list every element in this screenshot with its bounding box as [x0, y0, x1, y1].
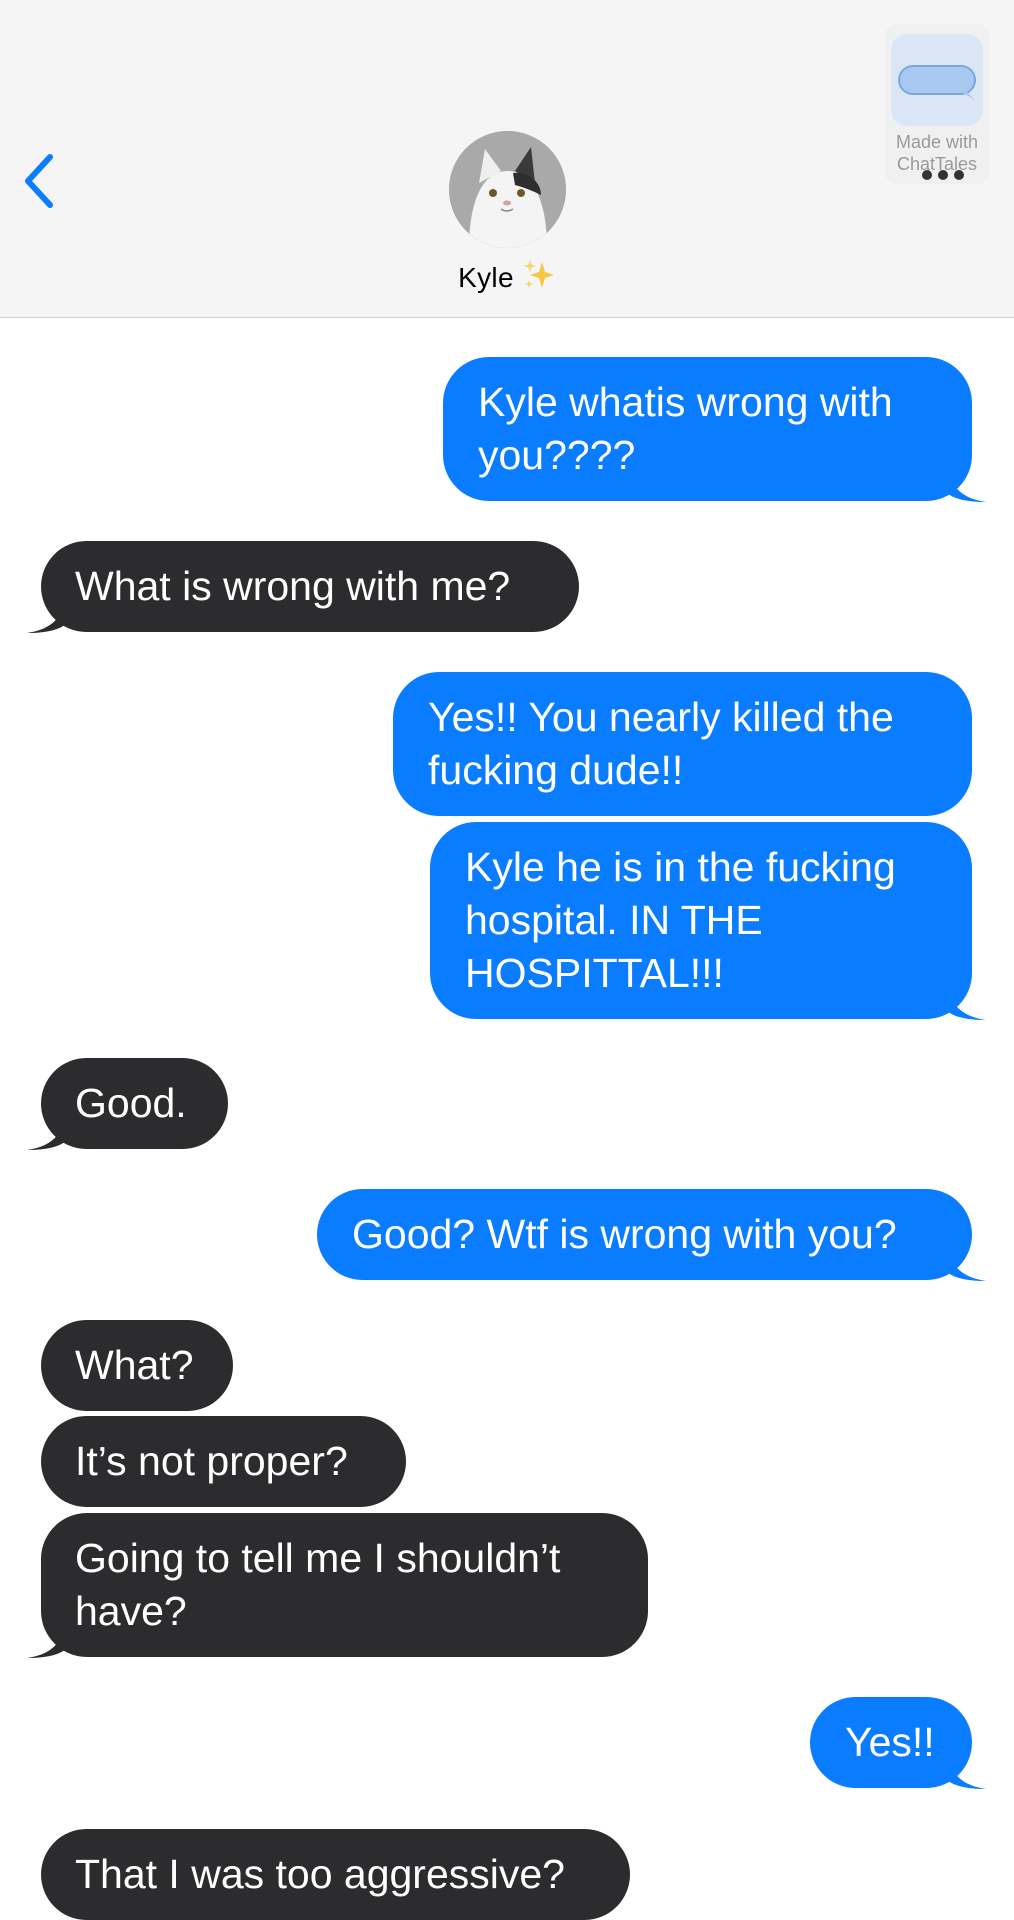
message-text-line: Kyle he is in the fucking [465, 844, 896, 890]
message-text-line: Yes!! You nearly killed the [428, 694, 894, 740]
message-text-line: hospital. IN THE [465, 897, 763, 943]
contact-avatar[interactable] [449, 131, 566, 248]
message-text-line: have? [75, 1588, 187, 1634]
contact-name-label: Kyle [458, 262, 514, 293]
sparkles-icon [522, 258, 556, 299]
message-text-line: That I was too aggressive? [75, 1851, 565, 1897]
received-message[interactable]: What? [41, 1320, 233, 1411]
message-text-line: Kyle whatis wrong with [478, 379, 893, 425]
message-text-line: It’s not proper? [75, 1438, 348, 1484]
bubble-tail [946, 1749, 986, 1789]
sent-message[interactable]: Yes!! You nearly killed the fucking dude… [393, 672, 972, 816]
message-text-line: fucking dude!! [428, 747, 684, 793]
received-message[interactable]: Good. [27, 1058, 228, 1150]
bubble-tail [946, 980, 986, 1020]
message-text-line: Going to tell me I shouldn’t [75, 1535, 561, 1581]
message-text-line: Good? Wtf is wrong with you? [352, 1211, 897, 1257]
contact-name[interactable]: Kyle [0, 258, 1014, 299]
sent-message[interactable]: Kyle he is in the fucking hospital. IN T… [430, 822, 986, 1020]
sent-message[interactable]: Kyle whatis wrong with you???? [443, 357, 986, 502]
message-text-line: What? [75, 1342, 194, 1388]
bubble-tail [946, 1241, 986, 1281]
bubble-tail [946, 462, 986, 502]
message-text-line: HOSPITTAL!!! [465, 950, 724, 996]
sent-message[interactable]: Yes!! [810, 1697, 986, 1789]
watermark-line1: Made with [895, 132, 979, 152]
message-text-line: Good. [75, 1080, 187, 1126]
chattales-watermark: Made with ChatTales [885, 24, 989, 184]
sent-message[interactable]: Good? Wtf is wrong with you? [317, 1189, 986, 1281]
message-text-line: What is wrong with me? [75, 563, 511, 609]
chat-bubble-icon [891, 34, 983, 126]
bubble-tail [27, 593, 67, 633]
ellipsis-icon[interactable] [922, 170, 964, 180]
watermark-text: Made with ChatTales [885, 131, 989, 175]
received-message[interactable]: That I was too aggressive? [41, 1829, 630, 1920]
received-message[interactable]: It’s not proper? [41, 1416, 406, 1507]
conversation-header: Kyle Made with ChatTales [0, 0, 1014, 318]
back-button[interactable] [14, 148, 64, 214]
cat-avatar-image [449, 131, 566, 248]
chevron-left-icon [25, 154, 53, 208]
bubble-tail [27, 1618, 67, 1658]
message-text-line: Yes!! [845, 1719, 935, 1765]
received-message[interactable]: Going to tell me I shouldn’t have? [27, 1513, 648, 1658]
received-message[interactable]: What is wrong with me? [27, 541, 579, 633]
bubble-tail [27, 1110, 67, 1150]
message-text-line: you???? [478, 432, 636, 478]
